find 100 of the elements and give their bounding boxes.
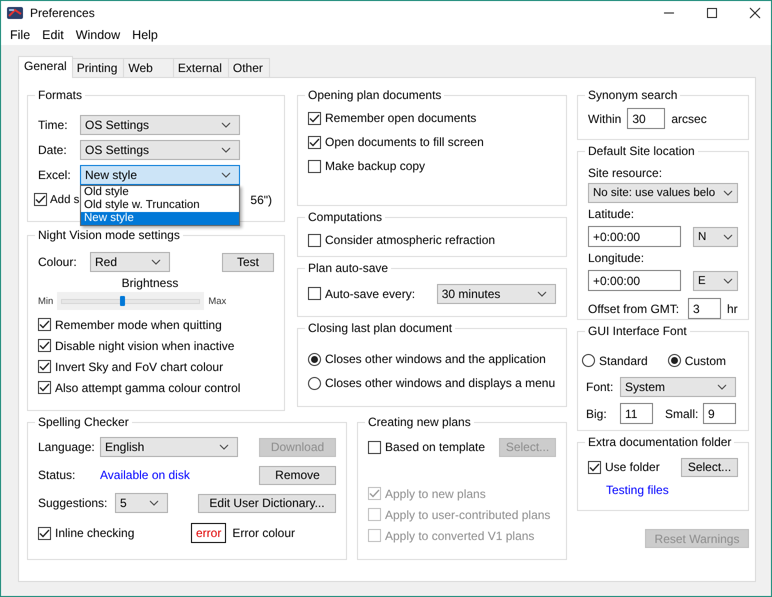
radio-button[interactable]: [308, 376, 321, 390]
dropdown[interactable]: OS Settings: [80, 115, 240, 135]
dropdown[interactable]: OS Settings: [80, 140, 240, 160]
dropdown-option[interactable]: Old style w. Truncation: [81, 199, 239, 212]
checkbox-label: Auto-save every:: [325, 286, 416, 300]
group-title: Synonym search: [587, 88, 678, 102]
radio-label: Standard: [599, 354, 648, 368]
dropdown-option[interactable]: New style: [81, 212, 239, 225]
field-label: Longitude:: [588, 251, 646, 267]
checkbox-label: Apply to converted V1 plans: [385, 528, 534, 542]
group-title: Night Vision mode settings: [37, 228, 181, 242]
tab[interactable]: Other: [228, 58, 270, 77]
chevron-icon: [537, 290, 547, 296]
field-label: Language:: [38, 440, 96, 454]
checkbox[interactable]: [308, 136, 321, 148]
field-label: Excel:: [38, 168, 72, 182]
radio-button[interactable]: [582, 354, 595, 367]
checkmark-icon: [39, 528, 50, 538]
input-field[interactable]: 11: [620, 403, 653, 424]
field-label: Status:: [38, 468, 76, 482]
radio-button[interactable]: [668, 354, 681, 367]
checkmark-icon: [589, 462, 600, 472]
group-title: Computations: [307, 210, 384, 224]
checkbox-label: Use folder: [605, 460, 660, 474]
checkbox[interactable]: [38, 318, 51, 331]
menu-item[interactable]: Edit: [36, 28, 70, 42]
radio-button[interactable]: [308, 352, 321, 366]
field-label: Site resource:: [588, 166, 664, 182]
checkbox[interactable]: [368, 440, 381, 454]
maximize-icon: [706, 7, 718, 19]
button[interactable]: Edit User Dictionary...: [198, 494, 336, 512]
dropdown[interactable]: English: [100, 437, 238, 457]
dropdown[interactable]: 30 minutes: [436, 284, 556, 304]
field-label: Big:: [586, 406, 608, 420]
field-label: Latitude:: [588, 207, 636, 223]
checkbox[interactable]: [38, 381, 51, 394]
error-colour-swatch[interactable]: error: [191, 523, 226, 543]
checkmark-icon: [35, 195, 46, 204]
field-label: Offset from GMT:: [588, 302, 680, 316]
dropdown[interactable]: 5: [115, 493, 168, 513]
field-label: arcsec: [671, 112, 707, 126]
slider-label: Brightness: [120, 276, 180, 290]
status-link[interactable]: Available on disk: [100, 468, 190, 482]
field-label: Suggestions:: [38, 496, 108, 510]
chevron-icon: [219, 444, 229, 450]
group-title: Formats: [37, 88, 84, 102]
field-label: Small:: [665, 406, 700, 420]
menu-item[interactable]: Help: [126, 28, 164, 42]
menu-item[interactable]: File: [4, 28, 36, 42]
dropdown[interactable]: No site: use values belo: [588, 183, 738, 203]
tab[interactable]: General: [18, 56, 73, 78]
radio-label: Custom: [684, 354, 726, 368]
group-title: Default Site location: [587, 144, 696, 158]
checkbox-label: Disable night vision when inactive: [55, 338, 234, 352]
window-title: Preferences: [30, 6, 95, 20]
checkbox-label: Add s: [50, 194, 80, 206]
checkbox-label: Inline checking: [55, 526, 134, 540]
checkbox[interactable]: [308, 160, 321, 172]
checkmark-icon: [39, 362, 50, 371]
checkbox[interactable]: [308, 234, 321, 246]
button[interactable]: Remove: [259, 466, 336, 484]
menu-item[interactable]: Window: [70, 28, 126, 42]
dropdown[interactable]: System: [620, 377, 736, 397]
field-label: Error colour: [232, 526, 296, 540]
field-label: hr: [727, 302, 738, 316]
checkbox[interactable]: [38, 360, 51, 373]
field-label: Date:: [38, 143, 68, 157]
chevron-icon: [221, 147, 231, 153]
slider-max-label: Max: [208, 296, 226, 306]
checkmark-icon: [309, 138, 320, 146]
dropdown[interactable]: N: [693, 226, 738, 246]
close-icon: [749, 7, 761, 19]
input-field[interactable]: +0:00:00: [588, 270, 681, 291]
checkmark-icon: [39, 341, 50, 350]
checkbox[interactable]: [308, 287, 321, 300]
tab[interactable]: Printing: [72, 58, 124, 77]
checkbox[interactable]: [588, 460, 601, 474]
checkbox[interactable]: [308, 112, 321, 124]
input-field[interactable]: 9: [703, 403, 736, 424]
group-title: Plan auto-save: [307, 261, 390, 275]
radio-label: Closes other windows and displays a menu: [325, 376, 556, 390]
dropdown[interactable]: Red: [90, 252, 170, 272]
group-title: Opening plan documents: [307, 88, 442, 102]
dropdown[interactable]: E: [693, 270, 738, 290]
dropdown-option[interactable]: Old style: [81, 186, 239, 199]
button[interactable]: Test: [222, 252, 274, 272]
folder-link[interactable]: Testing files: [606, 483, 738, 497]
button[interactable]: Select...: [681, 458, 738, 476]
checkbox[interactable]: [34, 193, 47, 206]
checkbox-label: Remember mode when quitting: [55, 318, 222, 332]
group-title: Spelling Checker: [37, 415, 130, 429]
chevron-icon: [151, 259, 161, 265]
checkbox[interactable]: [38, 526, 51, 540]
chevron-icon: [723, 190, 733, 196]
checkbox[interactable]: [38, 339, 51, 352]
input-field[interactable]: +0:00:00: [588, 226, 681, 247]
slider-thumb[interactable]: [120, 296, 126, 306]
input-field[interactable]: 3: [688, 298, 721, 319]
input-field[interactable]: 30: [627, 108, 666, 129]
radio-label: Closes other windows and the application: [325, 352, 546, 366]
